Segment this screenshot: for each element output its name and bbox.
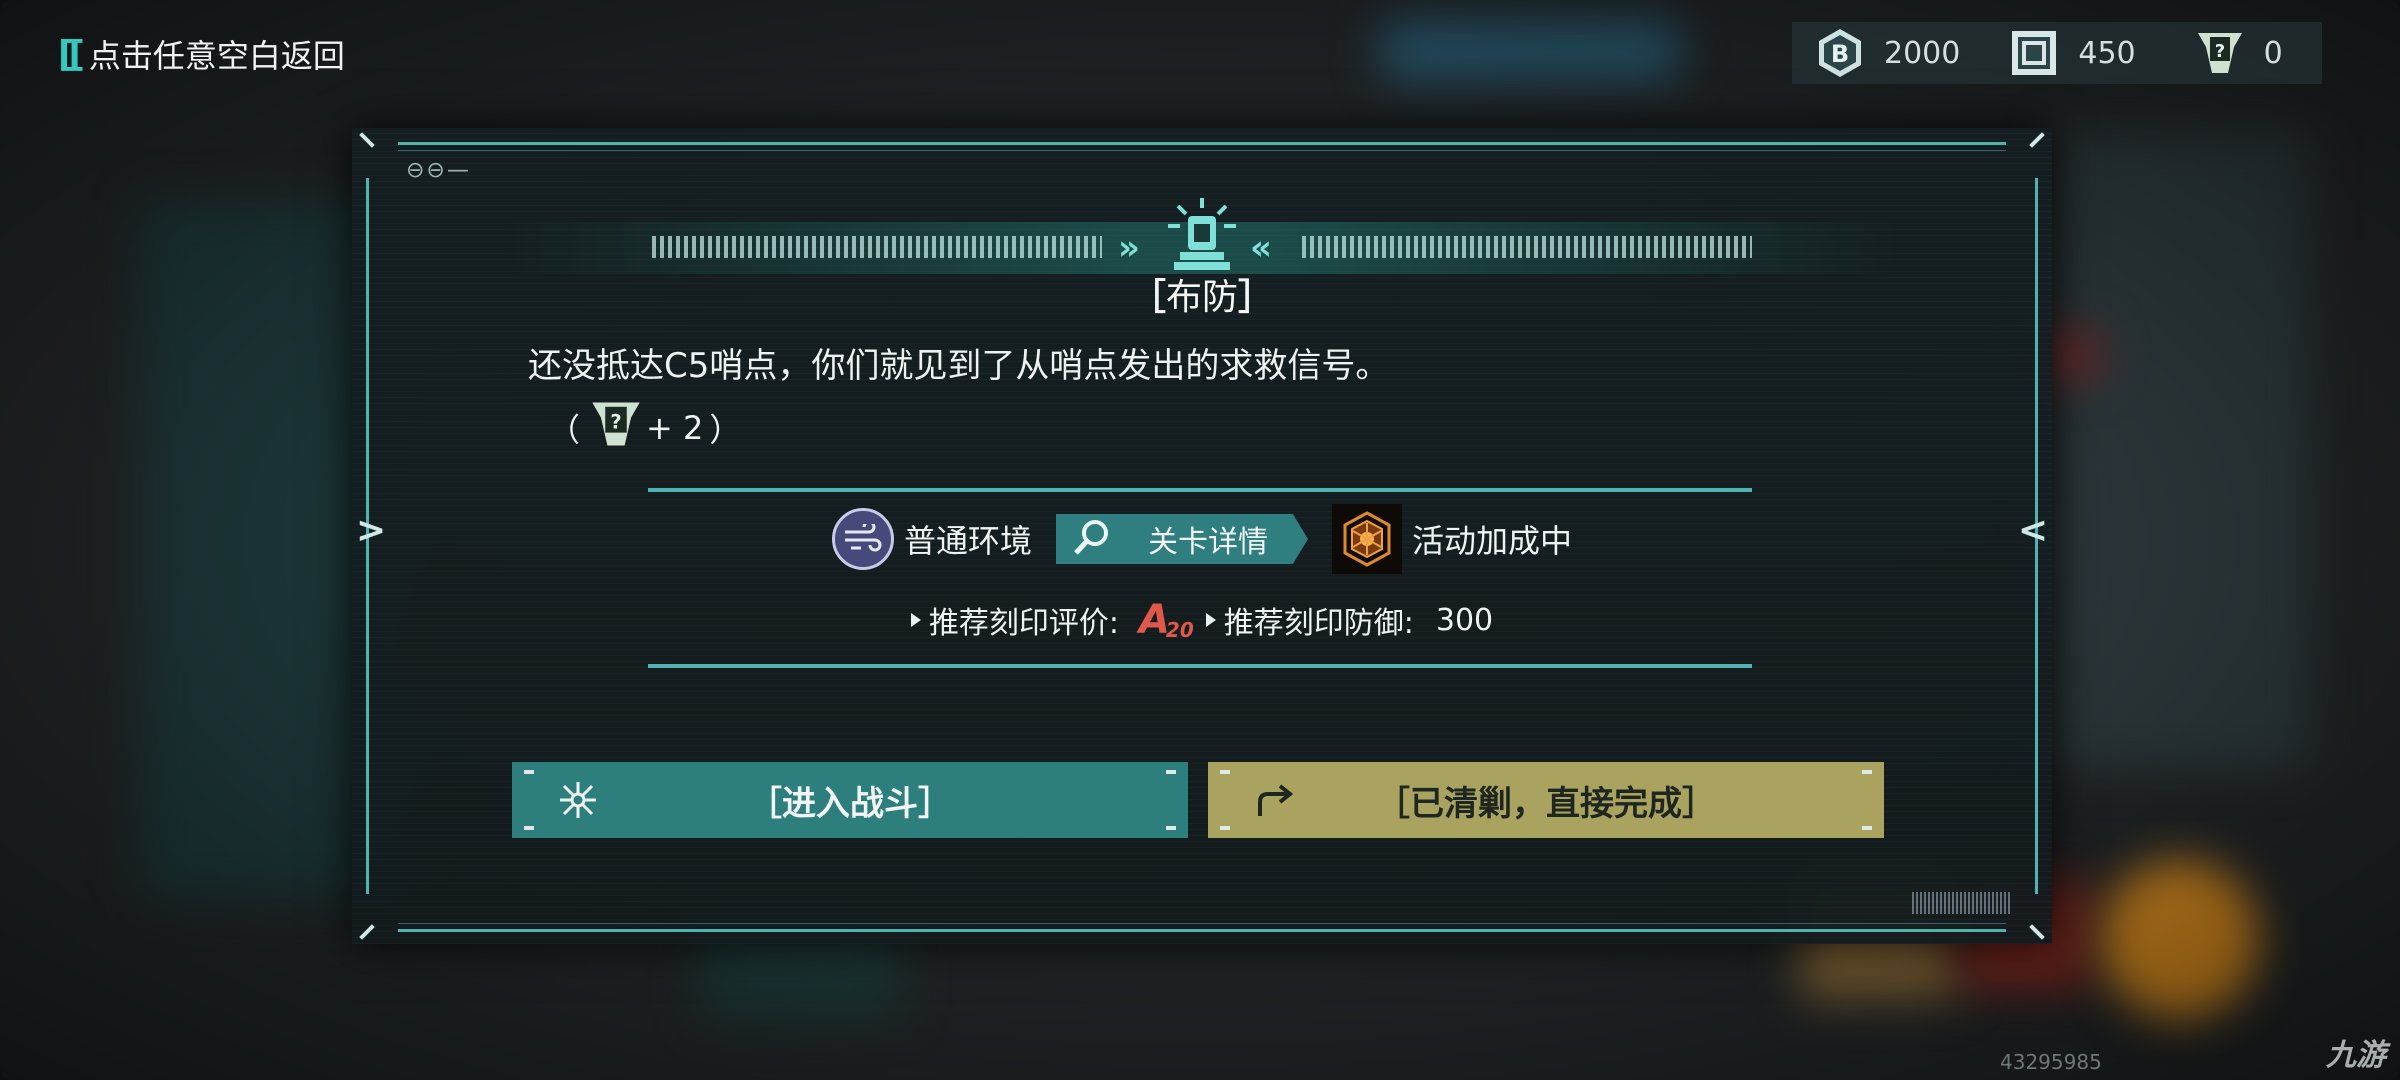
recommend-rating-label: 推荐刻印评价: xyxy=(928,606,1119,641)
stage-tags: 普通环境 关卡详情 活动加成中 xyxy=(352,504,2052,574)
tag-value: 0 xyxy=(2263,35,2283,71)
user-id: 43295985 xyxy=(2000,1050,2102,1074)
enter-battle-button[interactable]: ［进入战斗］ xyxy=(512,762,1188,838)
frame-top xyxy=(398,142,2006,145)
hatch-right xyxy=(1302,236,1752,258)
separator-bottom xyxy=(648,664,1752,668)
coin-value: 2000 xyxy=(1884,35,1961,71)
enter-battle-label: ［进入战斗］ xyxy=(748,783,952,824)
button-tick xyxy=(1220,826,1230,830)
chip-value: 450 xyxy=(2078,35,2136,71)
reward-paren-open: （ xyxy=(548,411,581,449)
svg-text:?: ? xyxy=(2214,41,2224,62)
button-tick xyxy=(1166,826,1176,830)
bonus-label: 活动加成中 xyxy=(1412,522,1573,560)
question-tag-icon: ? xyxy=(2194,27,2246,79)
b-coin-icon: B xyxy=(1814,27,1866,79)
triangle-bullet-icon xyxy=(1205,613,1216,627)
bonus-tag: 活动加成中 xyxy=(1332,504,1572,574)
dots-decoration: ⊖⊖— xyxy=(406,158,471,183)
forward-arrow-icon xyxy=(1254,780,1298,824)
stage-description: 还没抵达C5哨点，你们就见到了从哨点发出的求救信号。 xyxy=(528,346,1390,386)
stage-dialog: > < ⊖⊖— » « ［布防］ 还没抵达C5哨点，你们就见到了从哨点发出的求救… xyxy=(352,128,2052,944)
chevron-left-icon: « xyxy=(1250,228,1272,268)
magnifier-icon xyxy=(1072,517,1112,561)
recommendation-row: 推荐刻印评价: A 20 推荐刻印防御: 300 xyxy=(352,598,2052,642)
button-tick xyxy=(1220,770,1230,774)
auto-complete-button[interactable]: ［已清剿，直接完成］ xyxy=(1208,762,1884,838)
environment-label: 普通环境 xyxy=(903,522,1032,560)
rating-badge: A 20 xyxy=(1139,600,1194,640)
reward-line: （ ? + 2 ） xyxy=(542,396,747,460)
reward-paren-close: ） xyxy=(709,411,742,449)
recommend-defense: 推荐刻印防御: 300 xyxy=(1205,598,1494,642)
currency-tag[interactable]: ? 0 xyxy=(2194,27,2283,79)
chip-icon xyxy=(2008,27,2060,79)
recommend-rating: 推荐刻印评价: A 20 xyxy=(910,598,1206,642)
barcode-decoration xyxy=(1912,892,2012,914)
recommend-defense-value: 300 xyxy=(1435,602,1494,638)
burst-icon xyxy=(558,780,598,824)
wind-icon xyxy=(831,508,894,570)
watermark: 九游 xyxy=(2326,1038,2386,1073)
stage-detail-button[interactable]: 关卡详情 xyxy=(1056,514,1308,564)
chevron-right-icon: » xyxy=(1118,228,1140,268)
frame-top-inner xyxy=(398,150,2006,151)
dialog-title: ［布防］ xyxy=(1129,277,1275,318)
event-bonus-icon xyxy=(1332,504,1402,574)
auto-complete-label: ［已清剿，直接完成］ xyxy=(1376,783,1716,824)
button-tick xyxy=(524,826,534,830)
button-tick xyxy=(1862,770,1872,774)
button-tick xyxy=(524,770,534,774)
hatch-left xyxy=(652,236,1102,258)
currency-coin[interactable]: B 2000 xyxy=(1814,27,1960,79)
recommend-defense-label: 推荐刻印防御: xyxy=(1223,606,1414,641)
button-tick xyxy=(1862,826,1872,830)
svg-text:B: B xyxy=(1831,40,1849,68)
rating-number: 20 xyxy=(1165,618,1194,642)
svg-text:?: ? xyxy=(610,410,621,433)
frame-bottom-inner xyxy=(398,923,2006,924)
bracket-icon: [[ xyxy=(58,33,85,75)
frame-bottom xyxy=(398,929,2006,932)
triangle-bullet-icon xyxy=(910,613,921,627)
reward-amount: + 2 xyxy=(646,409,704,447)
separator-top xyxy=(648,488,1752,492)
button-tick xyxy=(1166,770,1176,774)
back-hint-label: 点击任意空白返回 xyxy=(88,37,345,75)
currency-bar: B 2000 450 ? 0 xyxy=(1792,22,2322,84)
stage-detail-label: 关卡详情 xyxy=(1148,525,1268,560)
question-tag-icon: ? xyxy=(586,396,646,460)
environment-tag: 普通环境 xyxy=(831,508,1032,570)
currency-chip[interactable]: 450 xyxy=(2008,27,2136,79)
back-hint[interactable]: [[ 点击任意空白返回 xyxy=(58,32,345,76)
